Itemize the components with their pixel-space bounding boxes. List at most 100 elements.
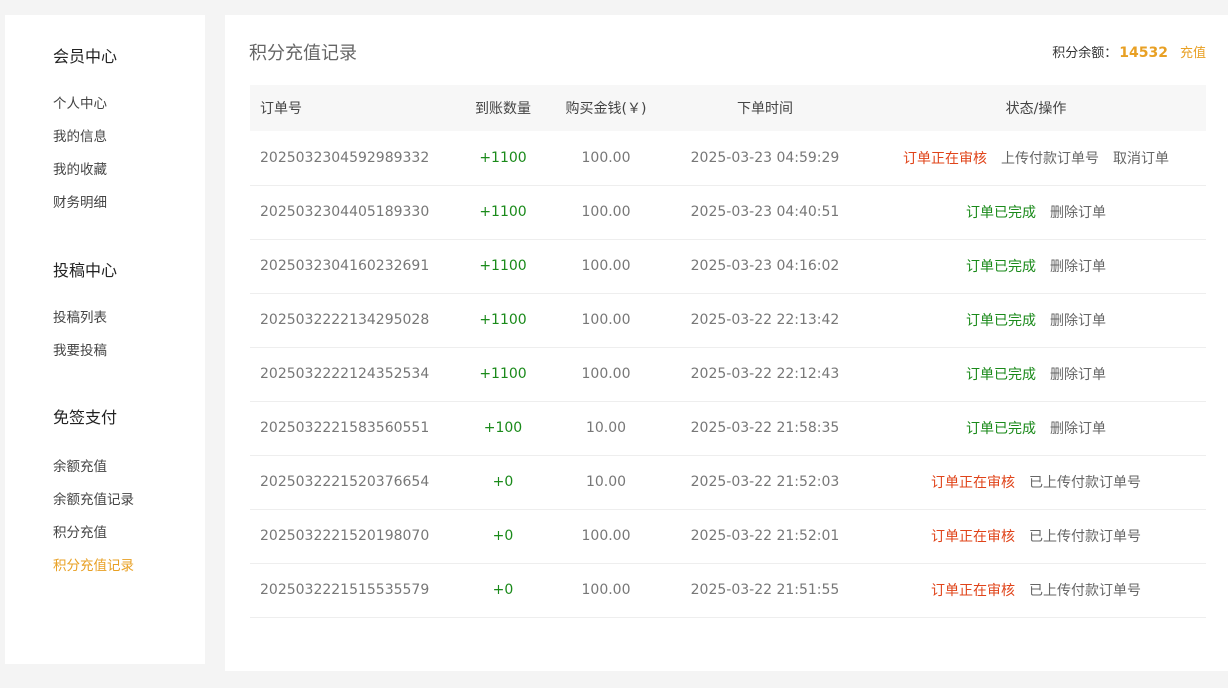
status-label: 订单正在审核 xyxy=(931,583,1015,599)
quantity-cell: +1100 xyxy=(458,131,548,185)
sidebar-item-my-info[interactable]: 我的信息 xyxy=(53,121,117,154)
order-no-cell: 2025032222124352534 xyxy=(260,366,430,382)
quantity-cell: +0 xyxy=(458,563,548,617)
header-quantity: 到账数量 xyxy=(475,101,531,117)
sidebar-item-points-recharge-records[interactable]: 积分充值记录 xyxy=(53,550,134,583)
status-label: 订单正在审核 xyxy=(903,150,987,167)
money-cell: 10.00 xyxy=(585,420,627,436)
order-time-cell: 2025-03-23 04:40:51 xyxy=(690,204,840,220)
money-cell: 100.00 xyxy=(581,204,631,220)
sidebar-item-balance-recharge[interactable]: 余额充值 xyxy=(53,451,134,484)
sidebar-item-finance[interactable]: 财务明细 xyxy=(53,187,117,220)
sidebar-item-personal-center[interactable]: 个人中心 xyxy=(53,88,117,121)
cancel-order-button[interactable]: 取消订单 xyxy=(1113,151,1169,167)
table-row: 2025032221515535579 +0 100.00 2025-03-22 21… xyxy=(250,563,1206,617)
quantity-cell: +100 xyxy=(458,401,548,455)
status-cell: 订单已完成 删除订单 xyxy=(866,347,1206,401)
sidebar-group-title: 免签支付 xyxy=(53,408,118,427)
sidebar-item-submit[interactable]: 我要投稿 xyxy=(53,335,117,368)
order-no-cell: 2025032221583560551 xyxy=(260,420,430,436)
delete-order-button[interactable]: 删除订单 xyxy=(1050,313,1106,329)
delete-order-button[interactable]: 删除订单 xyxy=(1050,259,1106,275)
uploaded-note: 已上传付款订单号 xyxy=(1029,475,1141,491)
money-cell: 100.00 xyxy=(581,528,631,544)
order-time-cell: 2025-03-22 22:12:43 xyxy=(690,366,840,382)
status-cell: 订单正在审核 已上传付款订单号 xyxy=(866,455,1206,509)
header-order-time: 下单时间 xyxy=(737,101,793,117)
header-status-actions: 状态/操作 xyxy=(1005,101,1067,117)
sidebar-group-title: 投稿中心 xyxy=(53,261,118,280)
quantity-cell: +0 xyxy=(458,455,548,509)
order-time-cell: 2025-03-22 21:51:55 xyxy=(690,582,840,598)
table-row: 2025032222134295028 +1100 100.00 2025-03-22… xyxy=(250,293,1206,347)
table-header-row: 订单号 到账数量 购买金钱(￥) 下单时间 状态/操作 xyxy=(250,85,1206,131)
status-cell: 订单正在审核 已上传付款订单号 xyxy=(866,509,1206,563)
quantity-cell: +1100 xyxy=(458,347,548,401)
upload-payment-button[interactable]: 上传付款订单号 xyxy=(1001,151,1099,167)
order-no-cell: 2025032221515535579 xyxy=(260,582,430,598)
table-row: 2025032221583560551 +100 10.00 2025-03-22 2… xyxy=(250,401,1206,455)
status-cell: 订单正在审核 已上传付款订单号 xyxy=(866,563,1206,617)
status-label: 订单正在审核 xyxy=(931,475,1015,491)
order-no-cell: 2025032304405189330 xyxy=(260,204,430,220)
balance-label: 积分余额： xyxy=(1052,46,1118,61)
header-money: 购买金钱(￥) xyxy=(565,101,647,117)
header-order-no: 订单号 xyxy=(260,101,302,117)
table-row: 2025032304405189330 +1100 100.00 2025-03-23… xyxy=(250,185,1206,239)
sidebar-item-balance-recharge-records[interactable]: 余额充值记录 xyxy=(53,484,134,517)
quantity-cell: +1100 xyxy=(458,293,548,347)
uploaded-note: 已上传付款订单号 xyxy=(1029,529,1141,545)
order-time-cell: 2025-03-22 21:58:35 xyxy=(690,420,840,436)
quantity-cell-value: +0 xyxy=(492,474,514,490)
delete-order-button[interactable]: 删除订单 xyxy=(1050,421,1106,437)
uploaded-note: 已上传付款订单号 xyxy=(1029,583,1141,599)
sidebar: 会员中心 个人中心 我的信息 我的收藏 财务明细 投稿中心 投稿列表 我要投稿 … xyxy=(5,15,205,664)
quantity-cell-value: +1100 xyxy=(479,149,527,166)
table-row: 2025032304160232691 +1100 100.00 2025-03-23… xyxy=(250,239,1206,293)
delete-order-button[interactable]: 删除订单 xyxy=(1050,367,1106,383)
sidebar-item-points-recharge[interactable]: 积分充值 xyxy=(53,517,134,550)
order-no-cell: 2025032304160232691 xyxy=(260,258,430,274)
sidebar-group-member: 会员中心 个人中心 我的信息 我的收藏 财务明细 xyxy=(53,46,117,220)
money-cell: 100.00 xyxy=(581,366,631,382)
money-cell: 100.00 xyxy=(581,312,631,328)
status-cell: 订单已完成 删除订单 xyxy=(866,239,1206,293)
table-row: 2025032304592989332 +1100 100.00 2025-03-23… xyxy=(250,131,1206,185)
status-label: 订单已完成 xyxy=(966,313,1036,329)
status-label: 订单已完成 xyxy=(966,367,1036,383)
status-cell: 订单已完成 删除订单 xyxy=(866,185,1206,239)
recharge-link[interactable]: 充值 xyxy=(1180,46,1206,61)
order-time-cell: 2025-03-22 21:52:01 xyxy=(690,528,840,544)
quantity-cell-value: +1100 xyxy=(479,312,527,328)
money-cell: 100.00 xyxy=(581,258,631,274)
sidebar-group-payment: 免签支付 余额充值 余额充值记录 积分充值 积分充值记录 xyxy=(53,407,134,583)
table-row: 2025032221520198070 +0 100.00 2025-03-22 21… xyxy=(250,509,1206,563)
status-cell: 订单已完成 删除订单 xyxy=(866,401,1206,455)
order-no-cell: 2025032304592989332 xyxy=(260,149,430,166)
delete-order-button[interactable]: 删除订单 xyxy=(1050,205,1106,221)
points-balance: 积分余额： 14532 充值 xyxy=(1052,44,1206,63)
order-time-cell: 2025-03-23 04:16:02 xyxy=(690,258,840,274)
main-panel: 积分充值记录 积分余额： 14532 充值 订单号 到账数量 购买金钱(￥) 下单时… xyxy=(225,15,1228,671)
balance-value: 14532 xyxy=(1119,45,1168,61)
quantity-cell-value: +1100 xyxy=(479,366,527,382)
page-title: 积分充值记录 xyxy=(249,43,357,64)
order-time-cell: 2025-03-23 04:59:29 xyxy=(690,149,840,166)
status-label: 订单已完成 xyxy=(966,259,1036,275)
table-row: 2025032222124352534 +1100 100.00 2025-03-22… xyxy=(250,347,1206,401)
money-cell: 100.00 xyxy=(581,582,631,598)
sidebar-group-title: 会员中心 xyxy=(53,47,118,66)
order-no-cell: 2025032221520198070 xyxy=(260,528,430,544)
money-cell: 10.00 xyxy=(585,474,627,490)
sidebar-item-my-favorites[interactable]: 我的收藏 xyxy=(53,154,117,187)
sidebar-item-submission-list[interactable]: 投稿列表 xyxy=(53,302,117,335)
table-row: 2025032221520376654 +0 10.00 2025-03-22 21:… xyxy=(250,455,1206,509)
status-cell: 订单已完成 删除订单 xyxy=(866,293,1206,347)
status-label: 订单已完成 xyxy=(966,205,1036,221)
quantity-cell-value: +1100 xyxy=(479,204,527,220)
quantity-cell-value: +1100 xyxy=(479,258,527,274)
order-no-cell: 2025032221520376654 xyxy=(260,474,430,490)
money-cell: 100.00 xyxy=(581,149,631,166)
quantity-cell: +1100 xyxy=(458,185,548,239)
order-time-cell: 2025-03-22 21:52:03 xyxy=(690,474,840,490)
